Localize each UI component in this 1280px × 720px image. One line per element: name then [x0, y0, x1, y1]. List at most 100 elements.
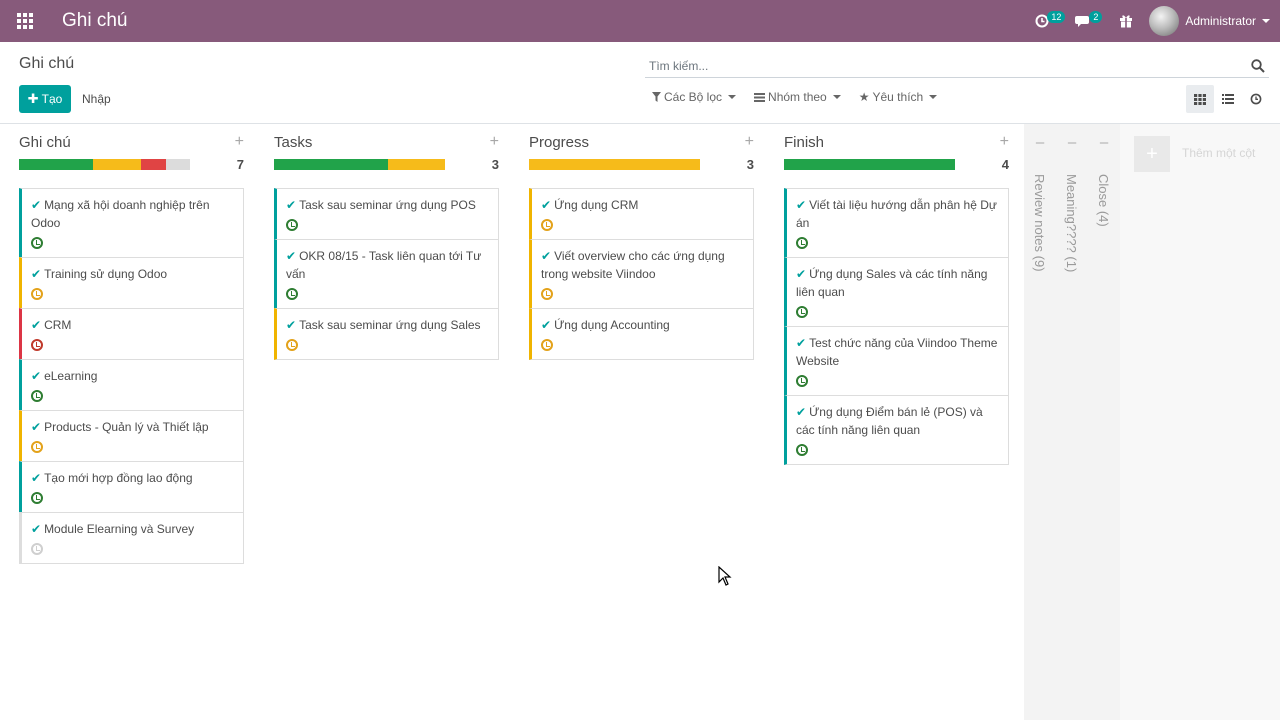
progress-segment[interactable] — [784, 159, 955, 170]
column-progress-bar[interactable] — [274, 159, 445, 170]
kanban-card[interactable]: ✔ Ứng dụng Sales và các tính năng liên qu… — [784, 257, 1009, 327]
add-column-plus-icon[interactable]: + — [1134, 136, 1170, 172]
kanban-card[interactable]: ✔ Ứng dụng CRM — [529, 188, 754, 240]
activity-status[interactable] — [796, 373, 1000, 389]
activity-status[interactable] — [286, 337, 490, 353]
activity-status[interactable] — [286, 286, 490, 302]
card-title: ✔ Test chức năng của Viindoo Theme Websit… — [796, 334, 1000, 370]
activity-status[interactable] — [31, 286, 235, 302]
quick-create-plus-icon[interactable]: + — [490, 134, 499, 150]
activity-status[interactable] — [31, 439, 235, 455]
card-title: ✔ Ứng dụng Điểm bán lẻ (POS) và các tính … — [796, 403, 1000, 439]
activity-status[interactable] — [541, 337, 745, 353]
activity-status[interactable] — [541, 217, 745, 233]
card-title: ✔ Ứng dụng CRM — [541, 196, 745, 214]
activity-status[interactable] — [541, 286, 745, 302]
activity-status[interactable] — [31, 490, 235, 506]
check-icon: ✔ — [31, 471, 42, 485]
card-title-text: Test chức năng của Viindoo Theme Website — [796, 336, 998, 368]
minus-icon[interactable]: – — [1024, 134, 1056, 151]
activity-status[interactable] — [31, 235, 235, 251]
user-menu[interactable]: Administrator — [1143, 0, 1280, 42]
kanban-card[interactable]: ✔ Products - Quản lý và Thiết lập — [19, 410, 244, 462]
add-column-label[interactable]: Thêm một cột — [1182, 146, 1255, 160]
kanban-card[interactable]: ✔ Tạo mới hợp đồng lao động — [19, 461, 244, 513]
minus-icon[interactable]: – — [1088, 134, 1120, 151]
check-icon: ✔ — [796, 267, 807, 281]
kanban-card[interactable]: ✔ Mạng xã hội doanh nghiệp trên Odoo — [19, 188, 244, 258]
card-title: ✔ Viết tài liệu hướng dẫn phân hệ Dự án — [796, 196, 1000, 232]
column-progress-bar[interactable] — [529, 159, 700, 170]
groupby-dropdown[interactable]: Nhóm theo — [754, 90, 841, 104]
folded-column-close[interactable]: – Close (4) — [1088, 124, 1120, 720]
gift-menu[interactable] — [1101, 0, 1143, 42]
activity-status[interactable] — [796, 235, 1000, 251]
activity-status[interactable] — [31, 541, 235, 557]
clock-icon — [541, 219, 553, 231]
kanban-card[interactable]: ✔ Ứng dụng Accounting — [529, 308, 754, 360]
card-title: ✔ eLearning — [31, 367, 235, 385]
activity-status[interactable] — [796, 442, 1000, 458]
quick-create-plus-icon[interactable]: + — [1000, 134, 1009, 150]
progress-segment[interactable] — [388, 159, 445, 170]
progress-segment[interactable] — [529, 159, 700, 170]
card-title: ✔ Viết overview cho các ứng dụng trong we… — [541, 247, 745, 283]
kanban-card[interactable]: ✔ Viết overview cho các ứng dụng trong we… — [529, 239, 754, 309]
kanban-card[interactable]: ✔ Viết tài liệu hướng dẫn phân hệ Dự án — [784, 188, 1009, 258]
kanban-card[interactable]: ✔ eLearning — [19, 359, 244, 411]
column-progress-bar[interactable] — [19, 159, 190, 170]
messages-menu[interactable]: 2 — [1059, 0, 1103, 42]
kanban-card[interactable]: ✔ CRM — [19, 308, 244, 360]
list-icon — [1222, 94, 1234, 104]
activity-status[interactable] — [31, 337, 235, 353]
filters-dropdown[interactable]: Các Bộ lọc — [652, 90, 737, 104]
kanban-card[interactable]: ✔ OKR 08/15 - Task liên quan tới Tư vấn — [274, 239, 499, 309]
column-count: 4 — [1001, 157, 1009, 172]
kanban-view-button[interactable] — [1186, 85, 1214, 113]
column-header: Tasks + — [274, 134, 499, 154]
kanban-card[interactable]: ✔ Module Elearning và Survey — [19, 512, 244, 564]
progress-segment[interactable] — [166, 159, 190, 170]
clock-icon — [286, 339, 298, 351]
activity-menu[interactable]: 12 — [1025, 0, 1066, 42]
apps-menu-button[interactable] — [0, 0, 50, 42]
breadcrumb: Ghi chú — [19, 55, 75, 72]
clock-icon — [31, 288, 43, 300]
list-view-button[interactable] — [1214, 85, 1242, 113]
progress-segment[interactable] — [92, 159, 142, 170]
folded-column-review-notes[interactable]: – Review notes (9) — [1024, 124, 1056, 720]
check-icon: ✔ — [541, 318, 552, 332]
apps-grid-icon — [17, 13, 33, 29]
activity-view-button[interactable] — [1242, 85, 1270, 113]
import-button[interactable]: Nhập — [82, 85, 111, 113]
kanban-card[interactable]: ✔ Task sau seminar ứng dụng POS — [274, 188, 499, 240]
column-progress-bar[interactable] — [784, 159, 955, 170]
clock-icon — [31, 543, 43, 555]
check-icon: ✔ — [31, 267, 42, 281]
card-title: ✔ Ứng dụng Sales và các tính năng liên qu… — [796, 265, 1000, 301]
folded-column-meaning[interactable]: – Meaning???? (1) — [1056, 124, 1088, 720]
card-title-text: Ứng dụng Điểm bán lẻ (POS) và các tính n… — [796, 405, 983, 437]
create-button[interactable]: ✚ Tạo — [19, 85, 71, 113]
clock-icon — [796, 306, 808, 318]
chevron-down-icon — [1262, 19, 1270, 23]
kanban-board: Ghi chú + 7 ✔ Mạng xã hội doanh nghiệp tr… — [0, 124, 1280, 720]
activity-status[interactable] — [796, 304, 1000, 320]
progress-segment[interactable] — [141, 159, 167, 170]
progress-segment[interactable] — [274, 159, 389, 170]
activity-status[interactable] — [286, 217, 490, 233]
search-input[interactable] — [645, 58, 1235, 73]
quick-create-plus-icon[interactable]: + — [235, 134, 244, 150]
favorites-dropdown[interactable]: ★ Yêu thích — [859, 90, 938, 104]
quick-create-plus-icon[interactable]: + — [745, 134, 754, 150]
search-icon[interactable] — [1251, 58, 1265, 73]
filters-label: Các Bộ lọc — [664, 90, 723, 104]
kanban-card[interactable]: ✔ Ứng dụng Điểm bán lẻ (POS) và các tính … — [784, 395, 1009, 465]
minus-icon[interactable]: – — [1056, 134, 1088, 151]
progress-segment[interactable] — [19, 159, 93, 170]
kanban-card[interactable]: ✔ Training sử dụng Odoo — [19, 257, 244, 309]
kanban-card[interactable]: ✔ Task sau seminar ứng dụng Sales — [274, 308, 499, 360]
activity-status[interactable] — [31, 388, 235, 404]
kanban-card[interactable]: ✔ Test chức năng của Viindoo Theme Websit… — [784, 326, 1009, 396]
column-title: Ghi chú — [19, 134, 71, 151]
